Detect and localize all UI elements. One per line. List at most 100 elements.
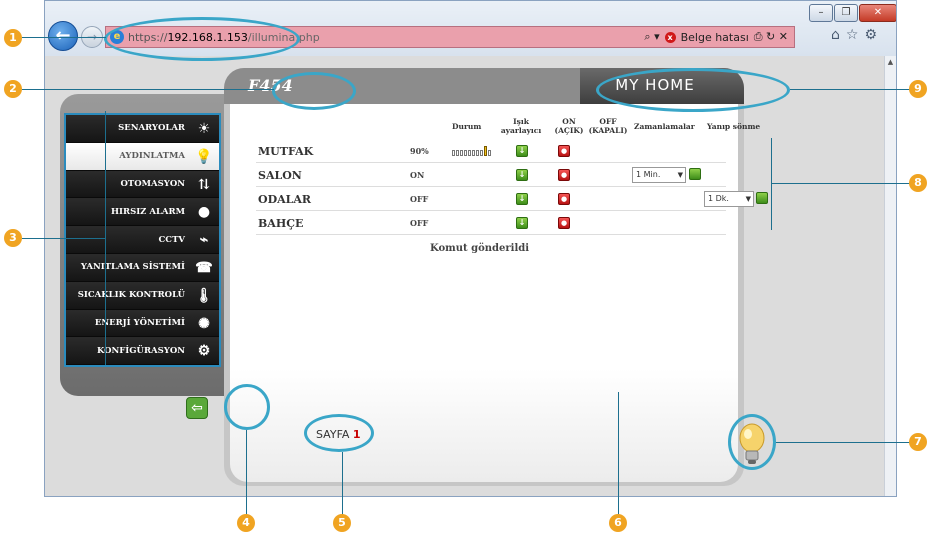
table-row-bahce: BAHÇE OFF ↓ ●: [256, 212, 726, 235]
callout-badge-9: 9: [909, 80, 927, 98]
room-status: OFF: [410, 218, 429, 228]
search-dropdown-icon[interactable]: ⌕ ▾: [644, 30, 659, 44]
vertical-scrollbar[interactable]: ▲: [884, 56, 896, 496]
command-status-message: Komut gönderildi: [430, 243, 530, 254]
sidebar-item-label: ENERJİ YÖNETİMİ: [94, 317, 185, 328]
dimmer-segment[interactable]: [464, 150, 467, 156]
on-button[interactable]: ↓: [516, 145, 528, 157]
dimmer-segment[interactable]: [488, 150, 491, 156]
on-button[interactable]: ↓: [516, 217, 528, 229]
certificate-error-icon[interactable]: x: [664, 31, 676, 43]
room-status: ON: [410, 170, 425, 180]
column-off-line2: (KAPALI): [588, 126, 628, 135]
sidebar-item-label: YANITLAMA SİSTEMİ: [80, 262, 185, 273]
table-row-salon: SALON ON ↓ ● 1 Min. ▼: [256, 164, 726, 187]
config-gear-icon: ⚙: [197, 343, 211, 360]
callout-oval-1: [104, 17, 300, 61]
sidebar-item-cctv[interactable]: CCTV ⌁: [66, 226, 219, 254]
blink-select[interactable]: 1 Dk. ▼: [704, 191, 754, 207]
sidebar-item-aydinlatma[interactable]: AYDINLATMA 💡: [66, 142, 219, 171]
sidebar-item-label: HIRSIZ ALARM: [111, 206, 185, 217]
sidebar-item-otomasyon[interactable]: OTOMASYON ⇅: [66, 170, 219, 199]
home-favorites-tools-icons[interactable]: ⌂☆⚙: [831, 27, 883, 43]
sidebar-item-yanitlama-si̇stemi̇[interactable]: YANITLAMA SİSTEMİ ☎: [66, 253, 219, 282]
sidebar-menu: SENARYOLAR ☀ AYDINLATMA 💡 OTOMASYON ⇅ HIRSIZ A…: [64, 113, 221, 368]
off-button[interactable]: ●: [558, 169, 570, 181]
callout-line-4: [246, 430, 247, 515]
alarm-icon: ●: [197, 204, 211, 221]
column-off-line1: OFF: [599, 117, 617, 126]
column-off: OFF (KAPALI): [587, 117, 629, 135]
minimize-button[interactable]: –: [809, 4, 833, 22]
sidebar-item-label: KONFİGÜRASYON: [96, 345, 185, 356]
callout-bracket-3: [105, 111, 106, 365]
back-button[interactable]: ←: [48, 21, 78, 51]
thermometer-icon: 🌡: [195, 287, 213, 304]
dimmer-segment[interactable]: [456, 150, 459, 156]
column-on: ON (AÇIK): [554, 117, 584, 135]
callout-badge-7: 7: [909, 433, 927, 451]
callout-badge-2: 2: [4, 80, 22, 98]
on-button[interactable]: ↓: [516, 193, 528, 205]
callout-bracket-8: [771, 138, 772, 230]
screenshot-root: { "window": { "url_protocol": "https://"…: [0, 0, 927, 539]
room-status: OFF: [410, 194, 429, 204]
timer-select[interactable]: 1 Min. ▼: [632, 167, 686, 183]
exit-button[interactable]: ⇦: [186, 397, 208, 419]
sidebar-item-hirsiz-alarm[interactable]: HIRSIZ ALARM ●: [66, 198, 219, 227]
column-dimmer-line1: Işık: [513, 117, 529, 126]
sidebar-item-label: SICAKLIK KONTROLÜ: [77, 290, 185, 301]
callout-badge-5: 5: [333, 514, 351, 532]
table-row-odalar: ODALAR OFF ↓ ● 1 Dk. ▼: [256, 188, 768, 211]
blink-apply-button[interactable]: [756, 192, 768, 204]
callout-badge-6: 6: [609, 514, 627, 532]
sidebar-item-senaryolar[interactable]: SENARYOLAR ☀: [66, 115, 219, 143]
callout-line-1: [22, 37, 106, 38]
automation-icon: ⇅: [198, 176, 210, 193]
address-actions-icon[interactable]: ⎙ ↻ ✕: [754, 30, 788, 44]
timer-apply-button[interactable]: [689, 168, 701, 180]
scenario-icon: ☀: [197, 121, 211, 137]
column-blink: Yanıp sönme: [707, 122, 761, 131]
sidebar-item-enerji̇-yöneti̇mi̇[interactable]: ENERJİ YÖNETİMİ ✺: [66, 309, 219, 338]
dimmer-segment[interactable]: [476, 150, 479, 156]
dimmer-segment[interactable]: [460, 150, 463, 156]
blink-select-value: 1 Dk.: [708, 194, 729, 203]
dimmer-segment[interactable]: [480, 150, 483, 156]
room-name: SALON: [258, 169, 302, 182]
timer-select-value: 1 Min.: [636, 170, 661, 179]
energy-icon: ✺: [198, 315, 210, 332]
callout-badge-3: 3: [4, 229, 22, 247]
room-status: 90%: [410, 146, 429, 156]
column-dimmer-line2: ayarlayıcı: [500, 126, 542, 135]
camera-icon: ⌁: [199, 232, 209, 249]
off-button[interactable]: ●: [558, 145, 570, 157]
callout-oval-9: [596, 68, 790, 112]
callout-line-2: [22, 89, 274, 90]
sidebar-item-sicaklik-kontrolü[interactable]: SICAKLIK KONTROLÜ 🌡: [66, 281, 219, 310]
table-row-mutfak: MUTFAK 90% ↓ ●: [256, 140, 726, 163]
off-button[interactable]: ●: [558, 193, 570, 205]
callout-oval-4: [224, 384, 270, 430]
lighting-icon: 💡: [195, 148, 213, 165]
dimmer-segment[interactable]: [468, 150, 471, 156]
callout-line-7: [776, 442, 912, 443]
callout-badge-1: 1: [4, 29, 22, 47]
off-button[interactable]: ●: [558, 217, 570, 229]
room-name: MUTFAK: [258, 145, 314, 158]
sidebar-item-label: OTOMASYON: [120, 178, 185, 189]
sidebar-item-konfi̇gürasyon[interactable]: KONFİGÜRASYON ⚙: [66, 337, 219, 366]
chevron-down-icon: ▼: [677, 171, 683, 179]
scroll-up-arrow-icon[interactable]: ▲: [885, 56, 896, 68]
on-button[interactable]: ↓: [516, 169, 528, 181]
close-window-button[interactable]: ✕: [859, 4, 896, 22]
dimmer-segment[interactable]: [484, 146, 487, 156]
dimmer-slider[interactable]: [452, 146, 491, 156]
certificate-error-label[interactable]: Belge hatası: [681, 31, 749, 44]
callout-oval-7: [728, 414, 776, 470]
answering-icon: ☎: [195, 259, 213, 276]
callout-line-3: [22, 238, 106, 239]
maximize-button[interactable]: ❐: [834, 4, 858, 22]
dimmer-segment[interactable]: [472, 150, 475, 156]
dimmer-segment[interactable]: [452, 150, 455, 156]
